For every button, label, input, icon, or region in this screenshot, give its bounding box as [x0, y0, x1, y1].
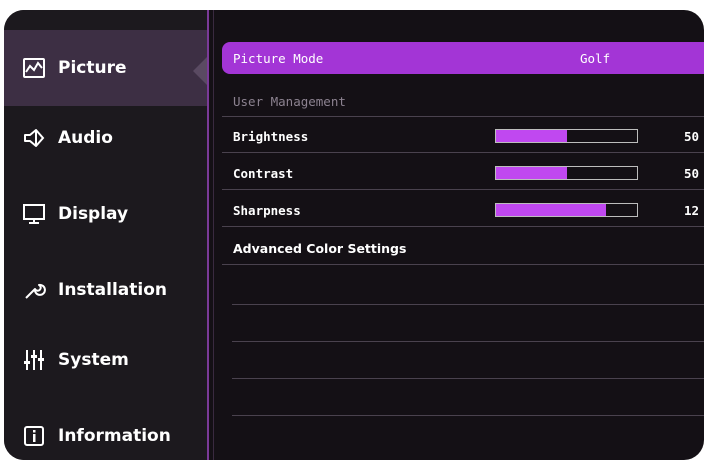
- info-icon: [20, 422, 48, 450]
- sharpness-label: Sharpness: [233, 202, 301, 218]
- picture-mode-label: Picture Mode: [233, 50, 324, 66]
- advanced-color-settings-row[interactable]: Advanced Color Settings: [222, 232, 704, 265]
- slider-fill: [496, 204, 606, 216]
- sidebar-item-label: Information: [58, 426, 171, 446]
- sidebar-item-label: Picture: [58, 58, 127, 78]
- sidebar-item-picture[interactable]: Picture: [4, 30, 207, 106]
- slider-fill: [496, 167, 567, 179]
- picture-icon: [20, 54, 48, 82]
- contrast-slider[interactable]: [495, 166, 638, 180]
- monitor-icon: [20, 200, 48, 228]
- contrast-label: Contrast: [233, 165, 294, 181]
- divider: [232, 304, 704, 305]
- selection-pointer: [193, 57, 207, 85]
- user-management-row[interactable]: User Management: [222, 86, 704, 117]
- user-management-label: User Management: [233, 93, 346, 109]
- osd-screen: Picture Audio Display Installation Syste…: [4, 10, 704, 460]
- advanced-color-settings-label: Advanced Color Settings: [233, 240, 407, 256]
- brightness-slider[interactable]: [495, 129, 638, 143]
- picture-mode-value: Golf: [580, 50, 611, 66]
- wrench-icon: [20, 276, 48, 304]
- sidebar-item-installation[interactable]: Installation: [4, 252, 207, 328]
- divider: [213, 10, 214, 460]
- sidebar-item-system[interactable]: System: [4, 322, 207, 398]
- brightness-label: Brightness: [233, 128, 309, 144]
- sidebar: Picture Audio Display Installation Syste…: [4, 10, 207, 460]
- sidebar-item-label: Display: [58, 204, 129, 224]
- picture-mode-row[interactable]: Picture Mode Golf: [222, 42, 704, 74]
- sliders-icon: [20, 346, 48, 374]
- sidebar-item-information[interactable]: Information: [4, 398, 207, 460]
- sidebar-item-label: System: [58, 350, 129, 370]
- sidebar-item-audio[interactable]: Audio: [4, 100, 207, 176]
- divider: [232, 415, 704, 416]
- slider-fill: [496, 130, 567, 142]
- brightness-row[interactable]: Brightness 50: [222, 120, 704, 153]
- contrast-value: 50: [684, 165, 700, 181]
- sharpness-value: 12: [684, 202, 700, 218]
- sidebar-item-label: Installation: [58, 280, 168, 300]
- contrast-row[interactable]: Contrast 50: [222, 157, 704, 190]
- sidebar-item-display[interactable]: Display: [4, 176, 207, 252]
- brightness-value: 50: [684, 128, 700, 144]
- picture-settings-panel: Picture Mode Golf User Management Bright…: [222, 10, 704, 460]
- speaker-icon: [20, 124, 48, 152]
- sharpness-slider[interactable]: [495, 203, 638, 217]
- divider: [207, 10, 209, 460]
- divider: [232, 341, 704, 342]
- sidebar-item-label: Audio: [58, 128, 113, 148]
- divider: [232, 378, 704, 379]
- sharpness-row[interactable]: Sharpness 12: [222, 194, 704, 227]
